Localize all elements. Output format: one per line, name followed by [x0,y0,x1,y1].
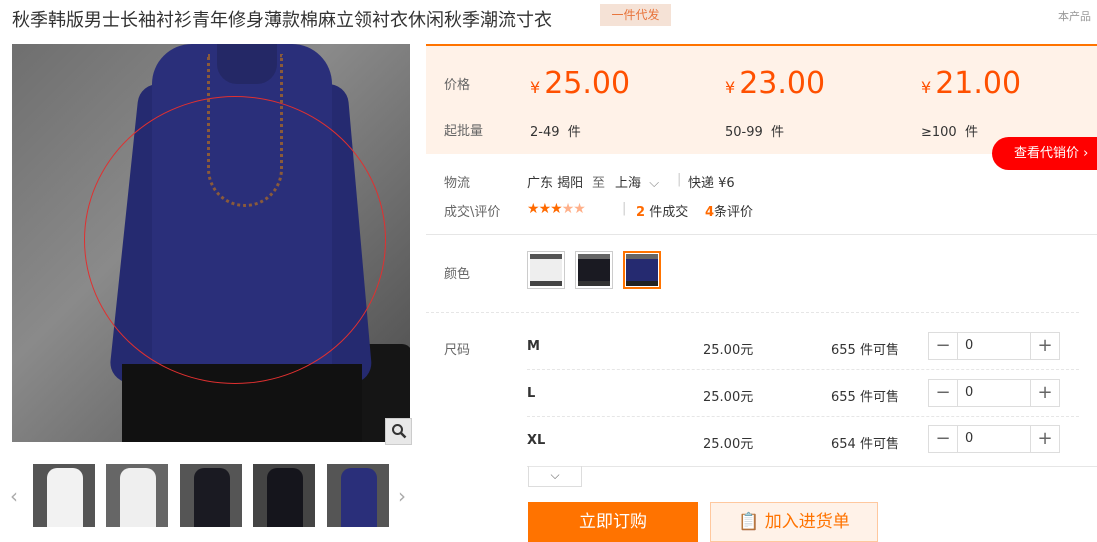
star-icon: ★ [538,201,552,217]
product-title: 秋季韩版男士长袖衬衫青年修身薄款棉麻立领衬衣休闲秋季潮流寸衣 [12,10,552,31]
color-label: 颜色 [444,267,471,282]
thumbnail[interactable] [106,464,168,527]
expand-sizes-button[interactable]: ⌵ [528,466,582,487]
clipboard-icon: 📋 [738,512,760,532]
thumb-prev-icon[interactable]: ‹ [10,484,18,508]
size-stock: 655 件可售 [831,343,899,358]
size-label: 尺码 [444,343,471,358]
thumbnail[interactable] [253,464,315,527]
reviews-link[interactable]: 4条评价 [705,201,753,220]
price-panel: 价格 起批量 ¥25.00 ¥23.00 ¥21.00 2-49 件 50-99… [426,44,1097,154]
star-icon: ★ [527,201,540,217]
size-name: M [527,339,540,354]
dropship-badge[interactable]: 一件代发 [600,4,671,26]
tier-price: ¥23.00 [725,66,826,101]
buy-now-button[interactable]: 立即订购 [528,502,698,542]
divider: | [677,172,682,187]
tier-price: ¥25.00 [530,66,631,101]
minus-icon[interactable]: − [929,333,958,359]
chevron-down-icon: ⌵ [649,176,660,191]
quantity-stepper: − + [928,425,1060,453]
star-icon: ★ [550,201,563,217]
tier-quantity: ≥100 件 [921,125,978,140]
main-product-image[interactable] [12,44,410,442]
color-swatch-white[interactable] [527,251,565,289]
plus-icon[interactable]: + [1030,380,1059,406]
quantity-input[interactable] [959,333,1029,359]
shipping-fee: 快递 ¥6 [688,176,735,191]
logistics-to: 至 [592,176,606,191]
quantity-stepper: − + [928,379,1060,407]
thumbnail[interactable] [33,464,95,527]
color-swatch-navy[interactable] [623,251,661,289]
plus-icon[interactable]: + [1030,426,1059,452]
price-label: 价格 [444,78,471,93]
plus-icon[interactable]: + [1030,333,1059,359]
size-stock: 655 件可售 [831,390,899,405]
star-icon: ★ [573,201,586,217]
divider [527,416,1079,417]
size-price: 25.00元 [703,343,754,358]
deals-label: 成交\评价 [444,205,501,220]
image-annotation-circle [84,96,386,384]
destination-select[interactable]: 上海 ⌵ [615,172,659,191]
thumbnail[interactable] [327,464,389,527]
divider [426,234,1097,235]
thumbnail[interactable] [180,464,242,527]
zoom-icon[interactable] [385,418,412,445]
thumb-next-icon[interactable]: › [398,484,406,508]
tier-price: ¥21.00 [921,66,1022,101]
size-name: XL [527,433,546,448]
rating-stars: ★★★★★ [527,201,586,217]
star-icon: ★ [561,201,575,217]
product-note: 本产品 [1058,10,1091,23]
add-to-cart-button[interactable]: 📋 加入进货单 [710,502,878,542]
color-swatch-black[interactable] [575,251,613,289]
minus-icon[interactable]: − [929,380,958,406]
divider: | [622,201,627,216]
size-name: L [527,386,536,401]
quantity-input[interactable] [959,426,1029,452]
size-stock: 654 件可售 [831,437,899,452]
tier-quantity: 2-49 件 [530,125,581,140]
quantity-input[interactable] [959,380,1029,406]
logistics-origin: 广东 揭阳 [527,176,584,191]
logistics-label: 物流 [444,176,471,191]
chevron-down-icon: ⌵ [550,468,560,482]
moq-label: 起批量 [444,124,484,139]
divider [527,466,1097,467]
agent-price-button[interactable]: 查看代销价 › [992,137,1097,170]
divider [426,312,1079,313]
tier-quantity: 50-99 件 [725,125,785,140]
transactions-link[interactable]: 2 件成交 [636,201,688,220]
chevron-right-icon: › [1083,146,1089,161]
size-price: 25.00元 [703,437,754,452]
size-price: 25.00元 [703,390,754,405]
minus-icon[interactable]: − [929,426,958,452]
quantity-stepper: − + [928,332,1060,360]
divider [527,369,1079,370]
